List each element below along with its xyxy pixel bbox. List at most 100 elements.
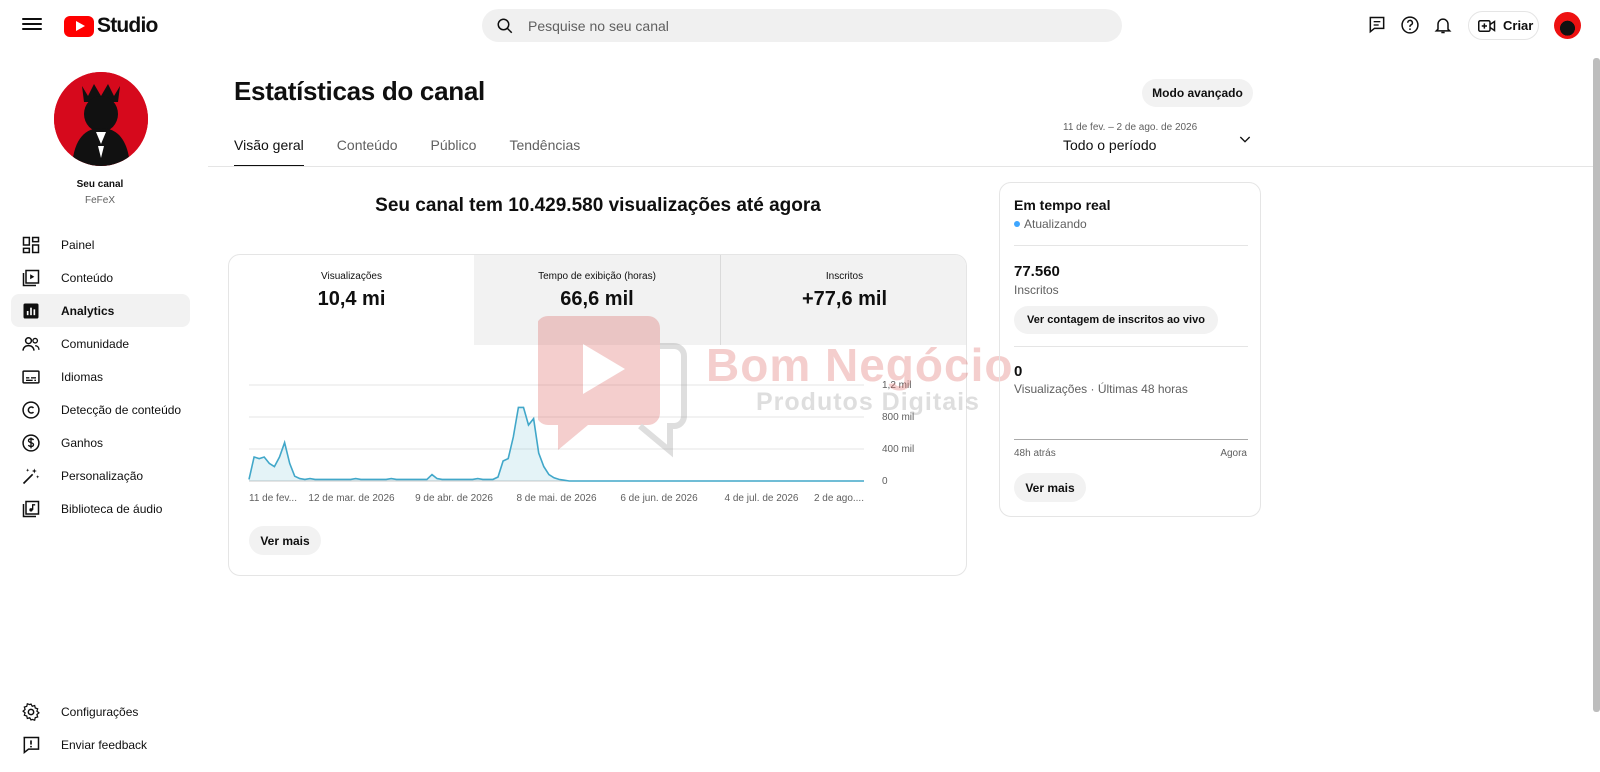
- realtime-status: Atualizando: [1014, 217, 1087, 231]
- see-more-button[interactable]: Ver mais: [249, 526, 321, 555]
- sidebar-item-label: Personalização: [61, 468, 144, 483]
- sidebar-item-configuracoes[interactable]: Configurações: [11, 695, 190, 728]
- metric-label: Visualizações: [321, 271, 382, 282]
- divider: [1014, 245, 1248, 246]
- realtime-views: 0: [1014, 363, 1023, 380]
- chart-x-tick: 11 de fev...: [249, 493, 297, 504]
- chart-series-line: [248, 406, 864, 482]
- metric-watch-time[interactable]: Tempo de exibição (horas) 66,6 mil: [474, 255, 720, 345]
- search-icon: [497, 18, 513, 33]
- dashboard-icon: [22, 236, 40, 253]
- content-icon: [22, 269, 40, 286]
- sidebar-item-label: Idiomas: [61, 369, 104, 384]
- sidebar-item-label: Painel: [61, 237, 95, 252]
- sidebar-item-analytics[interactable]: Analytics: [11, 294, 190, 327]
- sidebar-item-conteudo[interactable]: Conteúdo: [11, 261, 190, 294]
- tab-tendencias[interactable]: Tendências: [509, 137, 580, 167]
- metric-label: Tempo de exibição (horas): [538, 271, 656, 282]
- date-range-dates: 11 de fev. – 2 de ago. de 2026: [1063, 122, 1198, 133]
- realtime-chart-axis: [1014, 439, 1248, 440]
- copyright-icon: [22, 400, 40, 419]
- youtube-logo-icon: [64, 15, 94, 37]
- feedback-icon: [23, 736, 40, 754]
- overview-card: Visualizações 10,4 mi Tempo de exibição …: [228, 254, 967, 576]
- channel-avatar[interactable]: [54, 72, 148, 166]
- magic-wand-icon: [22, 468, 40, 484]
- metric-value: +77,6 mil: [801, 288, 888, 310]
- subtitles-icon: [22, 369, 40, 384]
- account-avatar[interactable]: [1554, 12, 1581, 39]
- advanced-mode-button[interactable]: Modo avançado: [1142, 79, 1253, 107]
- channel-avatar-image: [54, 72, 148, 166]
- tabs-divider: [208, 166, 1593, 167]
- sidebar-item-label: Comunidade: [61, 336, 130, 351]
- search-bar[interactable]: [482, 9, 1122, 42]
- metric-value: 10,4 mi: [317, 288, 386, 310]
- chart-x-tick: 4 de jul. de 2026: [725, 493, 799, 504]
- menu-icon[interactable]: [22, 15, 42, 35]
- date-range-picker[interactable]: 11 de fev. – 2 de ago. de 2026 Todo o pe…: [1063, 122, 1253, 153]
- realtime-axis-end: Agora: [1220, 448, 1247, 459]
- video-plus-icon: [1478, 19, 1496, 32]
- chart-x-tick: 6 de jun. de 2026: [620, 493, 698, 504]
- realtime-views-label: Visualizações · Últimas 48 horas: [1014, 382, 1188, 396]
- chart-x-tick: 8 de mai. de 2026: [516, 493, 596, 504]
- chart-x-tick: 2 de ago....: [814, 493, 864, 504]
- gear-icon: [22, 702, 40, 721]
- sidebar-item-ganhos[interactable]: Ganhos: [11, 426, 190, 459]
- realtime-card: Em tempo real Atualizando 77.560 Inscrit…: [999, 182, 1261, 517]
- views-chart: 1,2 mil 800 mil 400 mil 0 11 de fev... 12 de …: [248, 380, 914, 504]
- sidebar-item-biblioteca-audio[interactable]: Biblioteca de áudio: [11, 492, 190, 525]
- create-label: Criar: [1503, 18, 1534, 33]
- sidebar-item-label: Enviar feedback: [61, 737, 148, 752]
- date-range-label: Todo o período: [1063, 137, 1157, 153]
- divider: [1014, 346, 1248, 347]
- live-subscriber-count-button[interactable]: Ver contagem de inscritos ao vivo: [1014, 306, 1218, 334]
- sidebar-item-comunidade[interactable]: Comunidade: [11, 327, 190, 360]
- realtime-status-text: Atualizando: [1024, 217, 1087, 231]
- sidebar-item-label: Conteúdo: [61, 270, 114, 285]
- realtime-title: Em tempo real: [1014, 197, 1111, 213]
- chart-x-tick: 9 de abr. de 2026: [415, 493, 493, 504]
- tab-visao-geral[interactable]: Visão geral: [234, 137, 304, 167]
- create-button[interactable]: Criar: [1468, 11, 1539, 40]
- metric-subscribers[interactable]: Inscritos +77,6 mil: [721, 255, 966, 345]
- sidebar-item-label: Ganhos: [61, 435, 104, 450]
- sidebar: Seu canal FeFeX Painel Conteúdo Analytic…: [0, 50, 200, 772]
- audio-library-icon: [22, 500, 40, 517]
- logo-text: Studio: [97, 14, 158, 37]
- realtime-see-more-button[interactable]: Ver mais: [1014, 473, 1086, 502]
- sidebar-item-deteccao[interactable]: Detecção de conteúdo: [11, 393, 190, 426]
- tab-publico[interactable]: Público: [431, 137, 477, 167]
- page-title: Estatísticas do canal: [234, 76, 485, 106]
- studio-logo[interactable]: Studio: [64, 14, 158, 38]
- scrollbar[interactable]: [1593, 58, 1600, 712]
- views-headline: Seu canal tem 10.429.580 visualizações a…: [375, 195, 821, 216]
- dollar-icon: [22, 433, 40, 452]
- realtime-subscribers: 77.560: [1014, 263, 1060, 280]
- sidebar-item-idiomas[interactable]: Idiomas: [11, 360, 190, 393]
- notifications-bell-icon[interactable]: [1433, 15, 1453, 35]
- help-icon[interactable]: [1400, 15, 1420, 35]
- sidebar-item-feedback[interactable]: Enviar feedback: [11, 728, 190, 761]
- sidebar-item-label: Analytics: [61, 303, 115, 318]
- chart-y-tick: 1,2 mil: [882, 380, 911, 391]
- chart-y-tick: 0: [882, 476, 888, 487]
- top-bar: Studio Criar: [0, 0, 1600, 50]
- metric-views[interactable]: Visualizações 10,4 mi: [229, 255, 474, 345]
- channel-name: FeFeX: [84, 195, 115, 206]
- sidebar-item-personalizacao[interactable]: Personalização: [11, 459, 190, 492]
- search-input[interactable]: [528, 17, 1088, 34]
- channel-label: Seu canal: [76, 179, 124, 190]
- chevron-down-icon: [1239, 136, 1251, 143]
- chart-y-tick: 800 mil: [882, 412, 914, 423]
- community-icon: [22, 336, 40, 351]
- sidebar-item-label: Biblioteca de áudio: [61, 501, 163, 516]
- sidebar-item-painel[interactable]: Painel: [11, 228, 190, 261]
- comments-icon[interactable]: [1367, 15, 1387, 35]
- tab-conteudo[interactable]: Conteúdo: [337, 137, 398, 167]
- realtime-axis-start: 48h atrás: [1014, 448, 1056, 459]
- metric-label: Inscritos: [825, 271, 864, 282]
- chart-y-tick: 400 mil: [882, 444, 914, 455]
- tabs: Visão geral Conteúdo Público Tendências: [234, 137, 613, 167]
